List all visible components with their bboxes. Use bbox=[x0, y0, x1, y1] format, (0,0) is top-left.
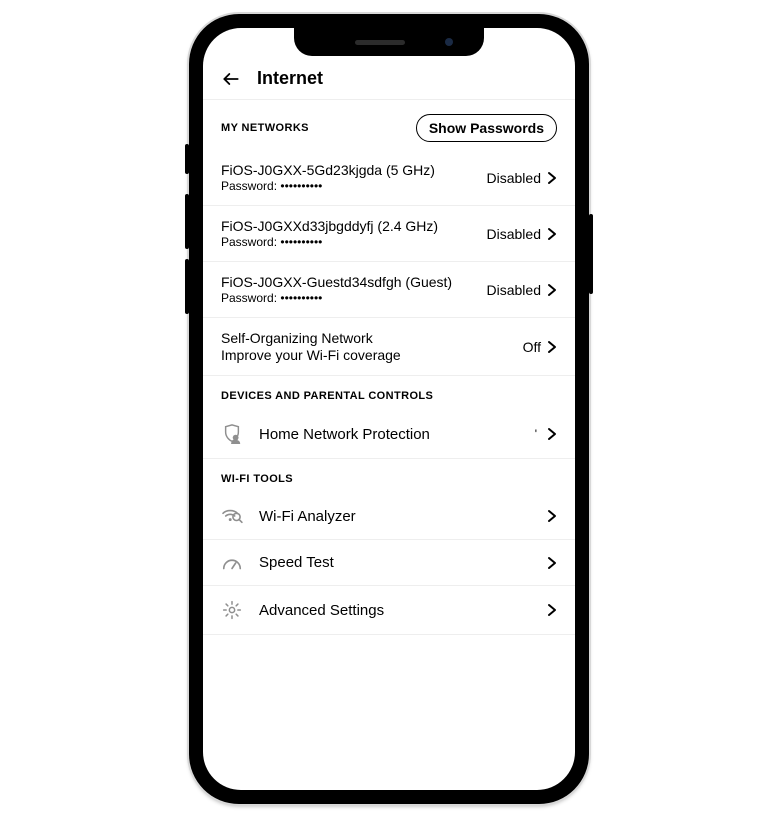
home-network-protection-label: Home Network Protection bbox=[259, 426, 519, 443]
network-status: Disabled bbox=[487, 170, 541, 186]
network-status: Disabled bbox=[487, 226, 541, 242]
advanced-settings-row[interactable]: Advanced Settings bbox=[203, 586, 575, 635]
network-name: FiOS-J0GXX-5Gd23kjgda (5 GHz) bbox=[221, 162, 435, 178]
back-arrow-icon[interactable] bbox=[221, 69, 241, 89]
phone-frame: Internet MY NETWORKS Show Passwords FiOS… bbox=[189, 14, 589, 804]
network-password: Password: •••••••••• bbox=[221, 179, 435, 193]
network-row-guest[interactable]: FiOS-J0GXX-Guestd34sdfgh (Guest) Passwor… bbox=[203, 262, 575, 318]
chevron-right-icon bbox=[547, 227, 557, 241]
son-status: Off bbox=[523, 339, 541, 355]
section-header-devices: DEVICES AND PARENTAL CONTROLS bbox=[203, 376, 575, 410]
network-password: Password: •••••••••• bbox=[221, 235, 438, 249]
gauge-icon bbox=[221, 555, 243, 571]
speaker bbox=[355, 40, 405, 45]
network-password: Password: •••••••••• bbox=[221, 291, 452, 305]
network-status: Disabled bbox=[487, 282, 541, 298]
chevron-right-icon bbox=[547, 283, 557, 297]
shield-users-icon bbox=[221, 424, 243, 444]
chevron-right-icon bbox=[547, 427, 557, 441]
show-passwords-button[interactable]: Show Passwords bbox=[416, 114, 557, 142]
wifi-analyzer-row[interactable]: Wi-Fi Analyzer bbox=[203, 493, 575, 540]
front-camera bbox=[445, 38, 453, 46]
phone-volume-down bbox=[185, 259, 189, 314]
section-header-my-networks: MY NETWORKS Show Passwords bbox=[203, 100, 575, 150]
indicator-dot-icon: ' bbox=[535, 427, 537, 441]
self-organizing-network-row[interactable]: Self-Organizing Network Improve your Wi-… bbox=[203, 318, 575, 376]
home-network-protection-row[interactable]: Home Network Protection ' bbox=[203, 410, 575, 459]
wifi-tools-label: WI-FI TOOLS bbox=[221, 473, 293, 485]
advanced-settings-label: Advanced Settings bbox=[259, 602, 531, 619]
son-title: Self-Organizing Network bbox=[221, 330, 401, 346]
wifi-search-icon bbox=[221, 507, 243, 525]
chevron-right-icon bbox=[547, 340, 557, 354]
phone-power-button bbox=[589, 214, 593, 294]
devices-parental-label: DEVICES AND PARENTAL CONTROLS bbox=[221, 390, 433, 402]
chevron-right-icon bbox=[547, 556, 557, 570]
header: Internet bbox=[203, 68, 575, 100]
network-name: FiOS-J0GXXd33jbgddyfj (2.4 GHz) bbox=[221, 218, 438, 234]
speed-test-label: Speed Test bbox=[259, 554, 531, 571]
screen: Internet MY NETWORKS Show Passwords FiOS… bbox=[203, 28, 575, 790]
gear-icon bbox=[221, 600, 243, 620]
son-subtitle: Improve your Wi-Fi coverage bbox=[221, 347, 401, 363]
section-header-wifi-tools: WI-FI TOOLS bbox=[203, 459, 575, 493]
network-row-5ghz[interactable]: FiOS-J0GXX-5Gd23kjgda (5 GHz) Password: … bbox=[203, 150, 575, 206]
chevron-right-icon bbox=[547, 509, 557, 523]
chevron-right-icon bbox=[547, 171, 557, 185]
notch bbox=[294, 28, 484, 56]
speed-test-row[interactable]: Speed Test bbox=[203, 540, 575, 586]
wifi-analyzer-label: Wi-Fi Analyzer bbox=[259, 508, 531, 525]
phone-mute-switch bbox=[185, 144, 189, 174]
chevron-right-icon bbox=[547, 603, 557, 617]
network-name: FiOS-J0GXX-Guestd34sdfgh (Guest) bbox=[221, 274, 452, 290]
network-row-24ghz[interactable]: FiOS-J0GXXd33jbgddyfj (2.4 GHz) Password… bbox=[203, 206, 575, 262]
phone-volume-up bbox=[185, 194, 189, 249]
app-content: Internet MY NETWORKS Show Passwords FiOS… bbox=[203, 28, 575, 790]
my-networks-label: MY NETWORKS bbox=[221, 122, 309, 134]
page-title: Internet bbox=[257, 68, 323, 89]
